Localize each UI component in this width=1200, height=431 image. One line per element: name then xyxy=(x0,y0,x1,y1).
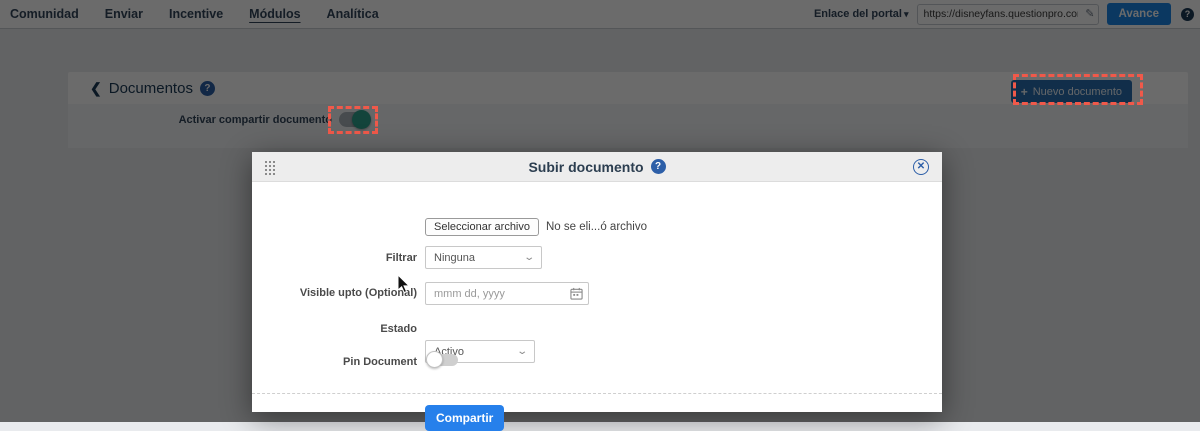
filter-select[interactable]: Ninguna ⌄ xyxy=(425,246,542,269)
share-submit-button[interactable]: Compartir xyxy=(425,405,505,431)
modal-body: Seleccionar archivo No se eli...ó archiv… xyxy=(252,182,942,431)
filter-label: Filtrar xyxy=(385,252,417,264)
file-upload-row: Seleccionar archivo No se eli...ó archiv… xyxy=(425,218,647,236)
drag-handle-icon[interactable] xyxy=(264,160,275,175)
pin-document-label: Pin Document xyxy=(343,356,417,368)
upload-document-modal: Subir documento ? ✕ Seleccionar archivo … xyxy=(252,152,942,431)
visible-upto-date-input[interactable] xyxy=(425,282,589,305)
choose-file-button[interactable]: Seleccionar archivo xyxy=(425,218,539,236)
chevron-down-icon: ⌄ xyxy=(522,252,535,263)
pin-document-toggle[interactable] xyxy=(426,351,458,368)
modal-title: Subir documento xyxy=(528,158,644,175)
close-icon[interactable]: ✕ xyxy=(913,159,929,175)
page: Comunidad Enviar Incentive Módulos Analí… xyxy=(0,0,1200,431)
estado-label: Estado xyxy=(380,323,417,335)
chevron-down-icon: ⌄ xyxy=(515,346,528,357)
calendar-icon[interactable] xyxy=(570,287,583,300)
modal-help-icon[interactable]: ? xyxy=(650,159,666,174)
footer-divider xyxy=(252,393,942,394)
toggle-knob xyxy=(426,351,443,368)
visible-upto-label: Visible upto (Optional) xyxy=(299,287,417,299)
file-status-text: No se eli...ó archivo xyxy=(546,221,647,233)
filter-selected-value: Ninguna xyxy=(434,251,475,264)
modal-header: Subir documento ? ✕ xyxy=(252,152,942,182)
